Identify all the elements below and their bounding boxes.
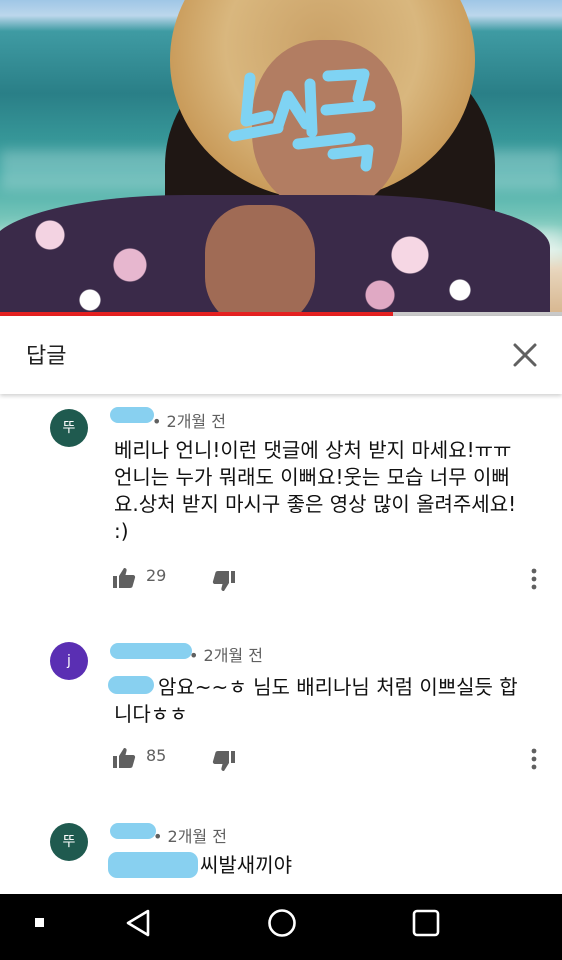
thumbs-down-icon[interactable]: [212, 750, 236, 772]
android-navigation-bar: [0, 894, 562, 960]
comment-text: 씨발새끼야: [200, 853, 292, 877]
close-icon[interactable]: [510, 340, 540, 370]
author-name-redacted[interactable]: [110, 407, 154, 423]
author-name-redacted[interactable]: [110, 823, 156, 839]
comment-timestamp: • 2개월 전: [153, 827, 227, 846]
comment-actions: 85: [112, 744, 552, 774]
avatar[interactable]: j: [50, 642, 88, 680]
video-player[interactable]: [0, 0, 562, 312]
comment-text: 암요~~ㅎ 님도 배리나님 처럼 이쁘실듯 합니다ㅎㅎ: [114, 675, 518, 726]
comment-timestamp: • 2개월 전: [152, 412, 226, 431]
avatar[interactable]: 뚜: [50, 823, 88, 861]
author-name-redacted[interactable]: [110, 643, 192, 659]
thumbs-up-icon[interactable]: [112, 747, 136, 769]
avatar[interactable]: 뚜: [50, 409, 88, 447]
back-triangle-icon[interactable]: [124, 908, 152, 938]
more-vert-icon[interactable]: [524, 746, 544, 772]
comment-text: 베리나 언니!이런 댓글에 상처 받지 마세요!ㅠㅠ 언니는 누가 뭐래도 이뻐…: [114, 438, 517, 543]
like-count: 29: [146, 566, 167, 585]
thumbs-up-icon[interactable]: [112, 567, 136, 589]
comment-timestamp: • 2개월 전: [189, 646, 263, 665]
like-count: 85: [146, 746, 167, 765]
home-circle-icon[interactable]: [267, 908, 297, 938]
comment-actions: 29: [112, 564, 552, 594]
thumbs-down-icon[interactable]: [212, 570, 236, 592]
reply-panel-header: 답글: [0, 316, 562, 394]
recent-square-icon[interactable]: [412, 909, 440, 937]
more-vert-icon[interactable]: [524, 566, 544, 592]
nav-menu-dot-icon[interactable]: [35, 918, 44, 927]
censor-scribble: [228, 68, 376, 172]
reply-panel-title: 답글: [26, 344, 67, 369]
video-person-neck: [205, 205, 315, 312]
